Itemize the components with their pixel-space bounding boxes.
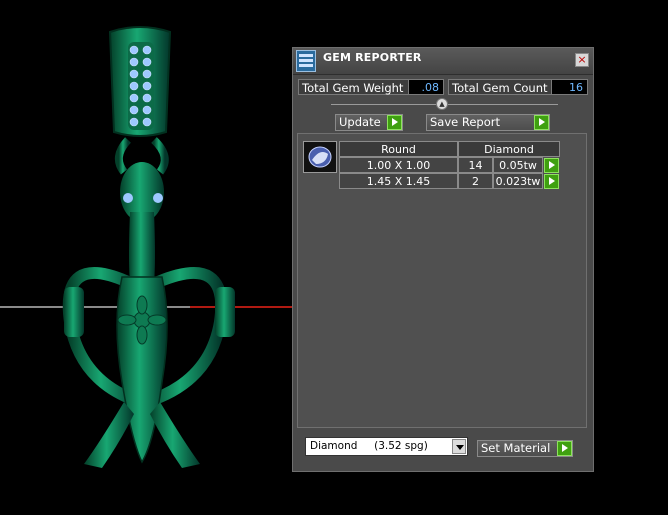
total-gem-weight-value: .08: [408, 79, 444, 95]
total-gem-count-value: 16: [551, 79, 588, 95]
arrow-right-icon[interactable]: [544, 174, 559, 189]
dropdown-chevron-icon[interactable]: [452, 439, 466, 454]
arrow-right-icon[interactable]: [557, 441, 572, 456]
table-cell-weight: 0.05tw: [493, 157, 543, 173]
set-material-button-label: Set Material: [481, 441, 551, 455]
close-icon[interactable]: ×: [575, 53, 589, 67]
table-cell-size: 1.45 X 1.45: [339, 173, 458, 189]
table-header-material: Diamond: [458, 141, 560, 157]
gem-reporter-icon: [296, 50, 316, 72]
arrow-right-icon[interactable]: [544, 158, 559, 173]
table-cell-size: 1.00 X 1.00: [339, 157, 458, 173]
round-gem-icon[interactable]: [303, 141, 337, 173]
pendant-model[interactable]: [50, 22, 270, 482]
panel-titlebar[interactable]: GEM REPORTER ×: [293, 48, 593, 75]
save-report-button[interactable]: Save Report: [426, 114, 550, 131]
table-cell-count: 14: [458, 157, 493, 173]
material-select[interactable]: Diamond (3.52 spg): [305, 437, 468, 456]
table-cell-weight: 0.023tw: [493, 173, 543, 189]
table-header-shape: Round: [339, 141, 458, 157]
update-button-label: Update: [339, 115, 381, 129]
arrow-right-icon[interactable]: [387, 115, 402, 130]
arrow-right-icon[interactable]: [534, 115, 549, 130]
material-select-value: Diamond (3.52 spg): [310, 440, 428, 452]
slider-knob-icon[interactable]: ▲: [436, 98, 448, 110]
table-cell-count: 2: [458, 173, 493, 189]
save-report-button-label: Save Report: [430, 115, 501, 129]
panel-title: GEM REPORTER: [323, 51, 422, 64]
